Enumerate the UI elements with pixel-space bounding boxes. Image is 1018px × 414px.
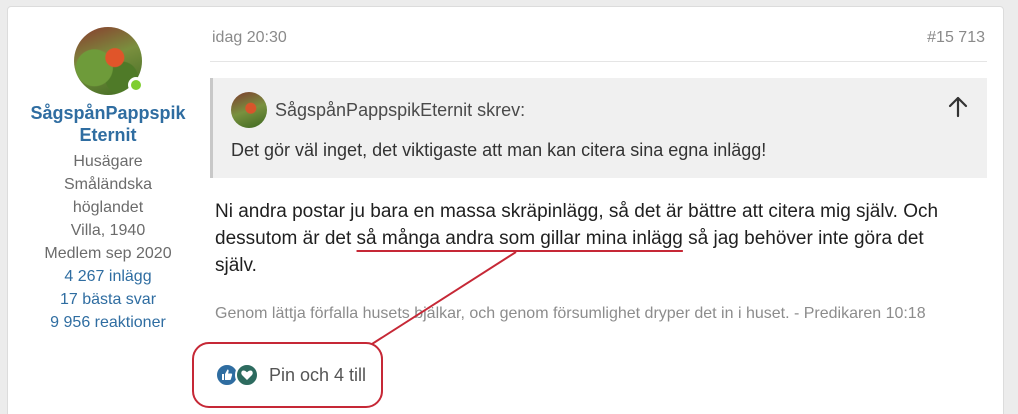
user-member-since: Medlem sep 2020 bbox=[44, 245, 172, 262]
post-header: idag 20:30 #15 713 bbox=[210, 27, 987, 61]
user-meta: Husägare Småländska höglandet Villa, 194… bbox=[30, 150, 186, 334]
reactions-bar[interactable]: Pin och 4 till bbox=[210, 363, 987, 387]
quote-arrow-up-icon[interactable] bbox=[945, 94, 971, 120]
header-divider bbox=[210, 61, 987, 62]
reaction-icons bbox=[215, 363, 259, 387]
username-link[interactable]: SågspånPappspikEternit bbox=[30, 102, 186, 146]
quote-block: SågspånPappspikEternit skrev: Det gör vä… bbox=[210, 78, 987, 178]
post-number-link[interactable]: #15 713 bbox=[927, 29, 985, 61]
quote-author-line[interactable]: SågspånPappspikEternit skrev: bbox=[275, 100, 525, 121]
quote-header: SågspånPappspikEternit skrev: bbox=[231, 92, 971, 128]
user-info-column: SågspånPappspikEternit Husägare Småländs… bbox=[30, 27, 186, 334]
user-reactions-link[interactable]: 9 956 reaktioner bbox=[30, 311, 186, 334]
avatar-wrapper bbox=[74, 27, 144, 95]
online-status-icon bbox=[128, 77, 144, 93]
message-highlighted-text: så många andra som gillar mina inlägg bbox=[356, 228, 683, 249]
reactions-text-link[interactable]: Pin och 4 till bbox=[269, 365, 366, 386]
user-posts-link[interactable]: 4 267 inlägg bbox=[30, 265, 186, 288]
love-reaction-icon bbox=[235, 363, 259, 387]
user-best-answers-link[interactable]: 17 bästa svar bbox=[30, 288, 186, 311]
post-message: Ni andra postar ju bara en massa skräpin… bbox=[210, 198, 970, 279]
user-location: Småländska höglandet bbox=[63, 176, 153, 216]
post-content-column: idag 20:30 #15 713 SågspånPappspikEterni… bbox=[210, 27, 987, 387]
post-time-link[interactable]: idag 20:30 bbox=[212, 29, 287, 61]
user-house: Villa, 1940 bbox=[70, 222, 146, 239]
quote-text: Det gör väl inget, det viktigaste att ma… bbox=[231, 140, 767, 160]
user-role: Husägare bbox=[73, 153, 143, 170]
post-signature: Genom lättja förfalla husets bjälkar, oc… bbox=[215, 305, 926, 322]
post-card: SågspånPappspikEternit Husägare Småländs… bbox=[7, 6, 1004, 414]
quote-avatar[interactable] bbox=[231, 92, 267, 128]
